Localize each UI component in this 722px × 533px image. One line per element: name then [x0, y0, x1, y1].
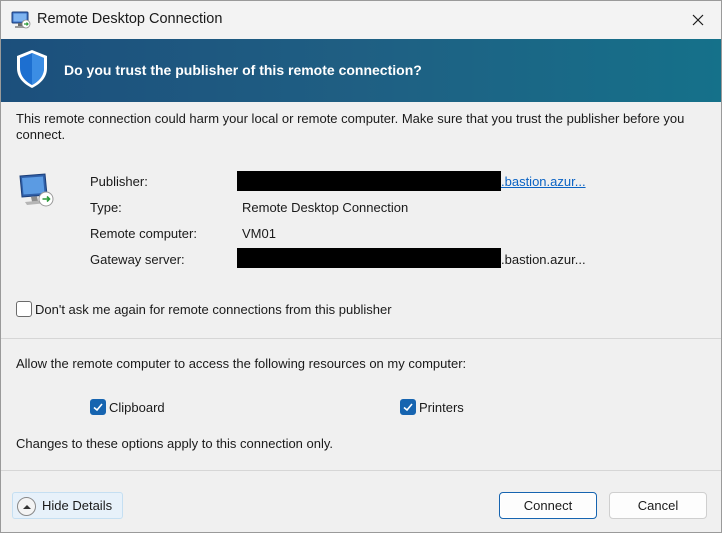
- remote-computer-label: Remote computer:: [90, 226, 197, 241]
- type-label: Type:: [90, 200, 122, 215]
- hide-details-button[interactable]: Hide Details: [12, 492, 123, 519]
- warning-banner: Do you trust the publisher of this remot…: [1, 39, 721, 102]
- remote-computer-value: VM01: [242, 226, 276, 241]
- hide-details-label: Hide Details: [42, 498, 113, 513]
- divider: [1, 470, 721, 471]
- resources-heading: Allow the remote computer to access the …: [16, 356, 467, 371]
- dont-ask-label[interactable]: Don't ask me again for remote connection…: [35, 302, 392, 317]
- cancel-button[interactable]: Cancel: [609, 492, 707, 519]
- divider: [1, 338, 721, 339]
- remote-computer-icon: [19, 173, 54, 207]
- checkmark-icon: [93, 403, 103, 412]
- options-note: Changes to these options apply to this c…: [16, 436, 334, 451]
- close-icon: [692, 14, 704, 26]
- window-title: Remote Desktop Connection: [37, 11, 223, 27]
- clipboard-label[interactable]: Clipboard: [109, 400, 165, 415]
- shield-icon: [17, 50, 47, 88]
- dont-ask-checkbox[interactable]: [16, 301, 32, 317]
- chevron-up-icon: [17, 497, 36, 516]
- publisher-label: Publisher:: [90, 174, 148, 189]
- close-button[interactable]: [675, 1, 721, 39]
- remote-desktop-app-icon: [11, 11, 31, 29]
- clipboard-checkbox[interactable]: [90, 399, 106, 415]
- banner-heading: Do you trust the publisher of this remot…: [64, 62, 422, 78]
- dialog-window: Remote Desktop Connection Do you trust t…: [0, 0, 722, 533]
- printers-label[interactable]: Printers: [419, 400, 464, 415]
- printers-checkbox[interactable]: [400, 399, 416, 415]
- checkmark-icon: [403, 403, 413, 412]
- type-value: Remote Desktop Connection: [242, 200, 409, 215]
- redacted-block: [237, 171, 501, 191]
- gateway-server-label: Gateway server:: [90, 252, 185, 267]
- title-bar: Remote Desktop Connection: [1, 1, 721, 39]
- warning-text: This remote connection could harm your l…: [16, 111, 685, 142]
- redacted-block: [237, 248, 501, 268]
- gateway-server-value: .bastion.azur...: [501, 252, 586, 267]
- publisher-link[interactable]: .bastion.azur...: [501, 174, 586, 189]
- connect-button[interactable]: Connect: [499, 492, 597, 519]
